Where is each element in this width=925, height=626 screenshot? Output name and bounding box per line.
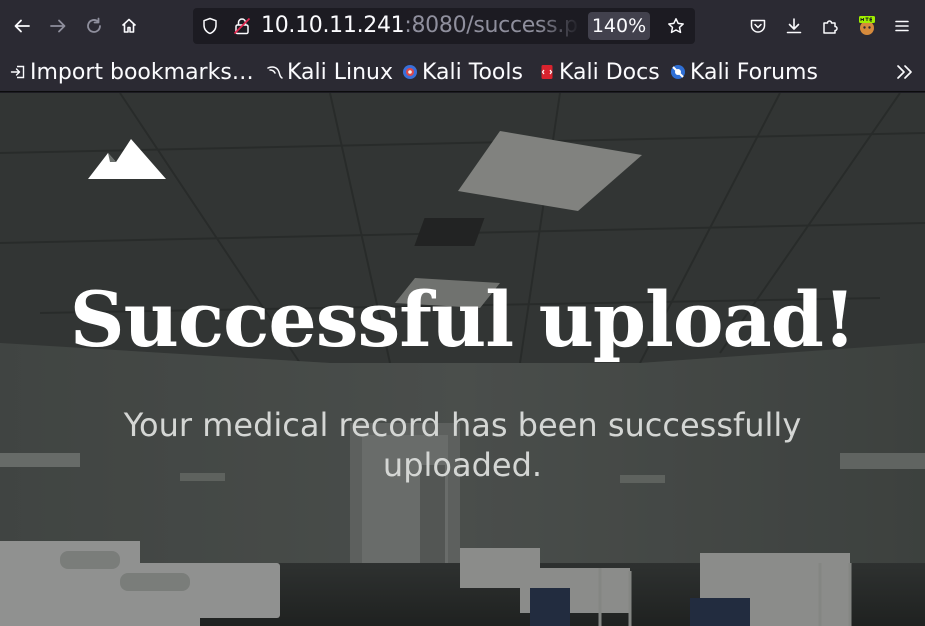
back-button[interactable] — [8, 12, 36, 40]
bookmark-label: Import bookmarks… — [30, 59, 254, 85]
bookmark-label: Kali Docs — [559, 59, 660, 85]
url-host: 10.10.11.241 — [261, 13, 405, 38]
bookmarks-toolbar: Import bookmarks… Kali Linux Kali Tools … — [0, 52, 925, 92]
forward-arrow-icon — [50, 19, 66, 33]
bookmark-star-icon[interactable] — [667, 17, 685, 35]
page-content: Successful upload! Your medical record h… — [0, 93, 925, 626]
page-subtitle: Your medical record has been successfull… — [123, 406, 802, 484]
kali-dragon-icon — [267, 66, 283, 79]
shield-icon[interactable] — [201, 17, 219, 35]
htb-extension-icon — [859, 16, 875, 35]
chevron-overflow-icon[interactable] — [894, 62, 916, 82]
htb-extension-button[interactable] — [853, 12, 881, 40]
back-arrow-icon — [14, 19, 30, 33]
home-icon — [121, 18, 137, 33]
url-text[interactable]: 10.10.11.241:8080/success.p — [261, 12, 579, 40]
bookmark-kali-tools[interactable]: Kali Tools — [402, 57, 523, 87]
app-menu-button[interactable] — [888, 12, 916, 40]
downloads-button[interactable] — [780, 12, 808, 40]
insecure-lock-icon[interactable] — [233, 17, 251, 35]
zoom-level-button[interactable]: 140% — [588, 12, 650, 40]
mountain-logo-icon[interactable] — [88, 135, 166, 181]
url-bar[interactable]: 10.10.11.241:8080/success.p 140% — [193, 8, 695, 44]
pocket-icon — [750, 19, 766, 33]
kali-tools-icon — [403, 65, 417, 79]
forward-button[interactable] — [44, 12, 72, 40]
kali-docs-icon — [541, 65, 553, 79]
hamburger-menu-icon — [895, 20, 909, 32]
bookmark-kali-docs[interactable]: Kali Docs — [539, 57, 660, 87]
bookmark-label: Kali Tools — [422, 59, 523, 85]
extensions-button[interactable] — [816, 12, 844, 40]
url-fade — [538, 8, 580, 44]
home-button[interactable] — [115, 12, 143, 40]
pocket-button[interactable] — [744, 12, 772, 40]
bookmark-import[interactable]: Import bookmarks… — [10, 57, 254, 87]
bookmark-label: Kali Linux — [287, 59, 394, 85]
puzzle-icon — [823, 20, 838, 34]
browser-toolbar: 10.10.11.241:8080/success.p 140% — [0, 0, 925, 52]
bookmark-label: Kali Forums — [690, 59, 818, 85]
download-icon — [786, 18, 802, 34]
reload-icon — [87, 17, 101, 33]
page-title: Successful upload! — [69, 275, 857, 364]
bookmark-kali-forums[interactable]: Kali Forums — [670, 57, 818, 87]
import-icon — [10, 65, 25, 79]
reload-button[interactable] — [80, 12, 108, 40]
kali-forums-icon — [671, 65, 685, 79]
bookmark-kali-linux[interactable]: Kali Linux — [267, 57, 393, 87]
